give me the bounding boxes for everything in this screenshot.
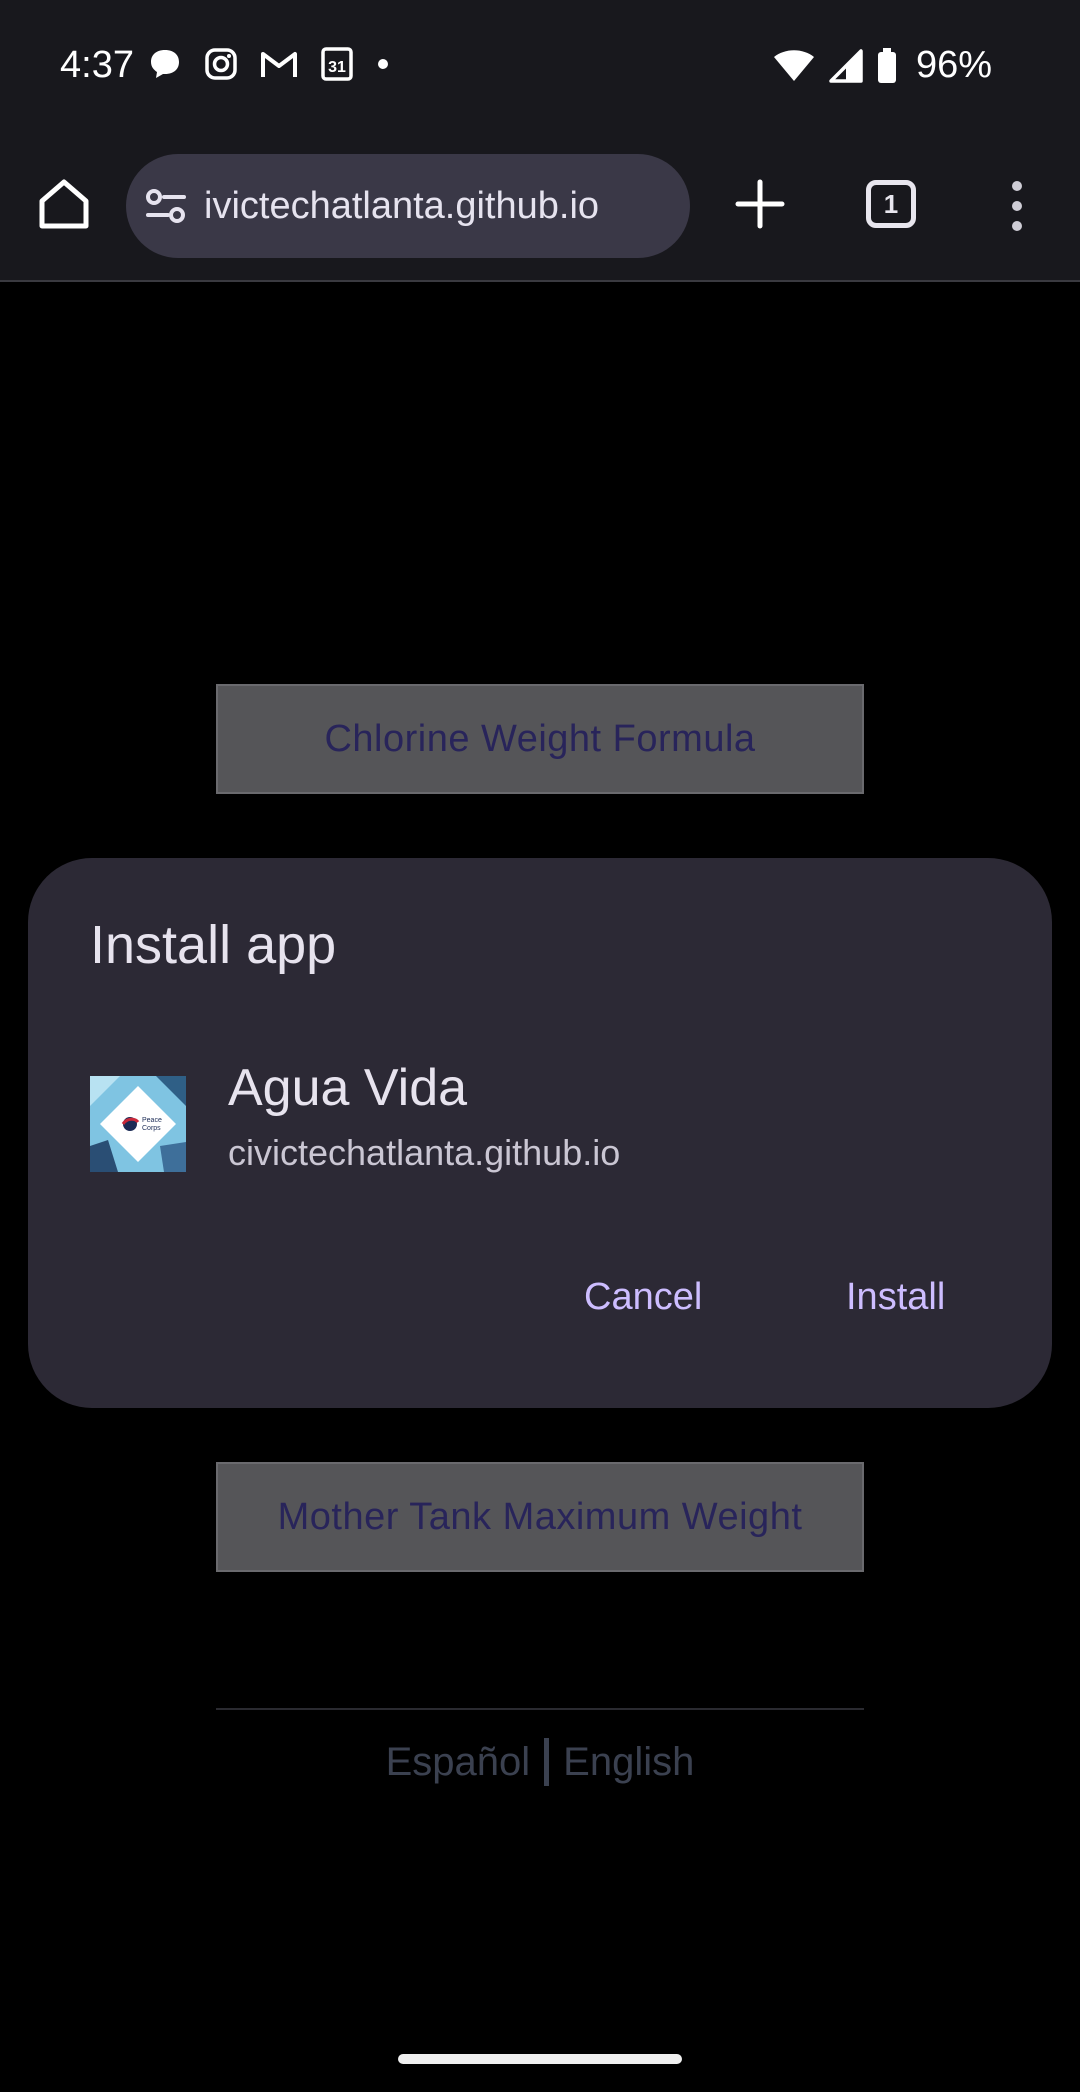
language-separator	[544, 1738, 550, 1787]
cancel-button[interactable]: Cancel	[584, 1276, 702, 1319]
site-settings-icon[interactable]	[144, 184, 188, 228]
battery-percentage: 96%	[915, 44, 992, 86]
chlorine-weight-formula-button[interactable]: Chlorine Weight Formula	[216, 684, 864, 794]
app-name: Agua Vida	[228, 1059, 468, 1117]
address-bar[interactable]: ivictechatlanta.github.io	[126, 154, 690, 258]
status-time: 4:37	[60, 44, 134, 86]
app-icon-label-peace: Peace	[142, 1117, 162, 1124]
language-switcher: Español English	[0, 1738, 1080, 1787]
tab-switcher-button[interactable]: 1	[866, 180, 916, 228]
app-icon: Peace Corps	[90, 1076, 186, 1172]
screen: 4:37 31 96% ivictechatlanta.github.io 1 …	[0, 0, 1080, 2092]
dot-icon	[378, 59, 388, 69]
install-app-dialog: Install app Peace Corps Agua Vida civict…	[28, 858, 1052, 1408]
more-options-icon[interactable]	[1000, 176, 1034, 236]
battery-icon	[877, 47, 896, 83]
gesture-nav-handle[interactable]	[398, 2054, 682, 2064]
install-button[interactable]: Install	[846, 1276, 945, 1319]
app-url: civictechatlanta.github.io	[228, 1132, 621, 1173]
instagram-icon	[205, 48, 237, 80]
status-bar: 4:37 31 96%	[0, 0, 1080, 132]
cellular-signal-icon	[829, 48, 863, 83]
system-icons: 96%	[772, 44, 992, 87]
calendar-icon: 31	[321, 47, 353, 81]
url-text: ivictechatlanta.github.io	[204, 184, 600, 227]
mother-tank-maximum-weight-button[interactable]: Mother Tank Maximum Weight	[216, 1462, 864, 1572]
divider	[216, 1708, 864, 1710]
new-tab-icon[interactable]	[732, 176, 788, 232]
lang-english-link[interactable]: English	[563, 1740, 694, 1784]
app-icon-label-corps: Corps	[142, 1125, 161, 1132]
home-icon[interactable]	[34, 174, 94, 234]
browser-toolbar: ivictechatlanta.github.io 1	[0, 132, 1080, 282]
calendar-day: 31	[328, 59, 346, 76]
notification-icons: 31	[148, 46, 390, 82]
chat-bubble-icon	[151, 50, 179, 78]
lang-espanol-link[interactable]: Español	[386, 1740, 531, 1784]
wifi-icon	[773, 49, 814, 81]
gmail-icon	[261, 52, 297, 77]
dialog-title: Install app	[90, 915, 337, 975]
